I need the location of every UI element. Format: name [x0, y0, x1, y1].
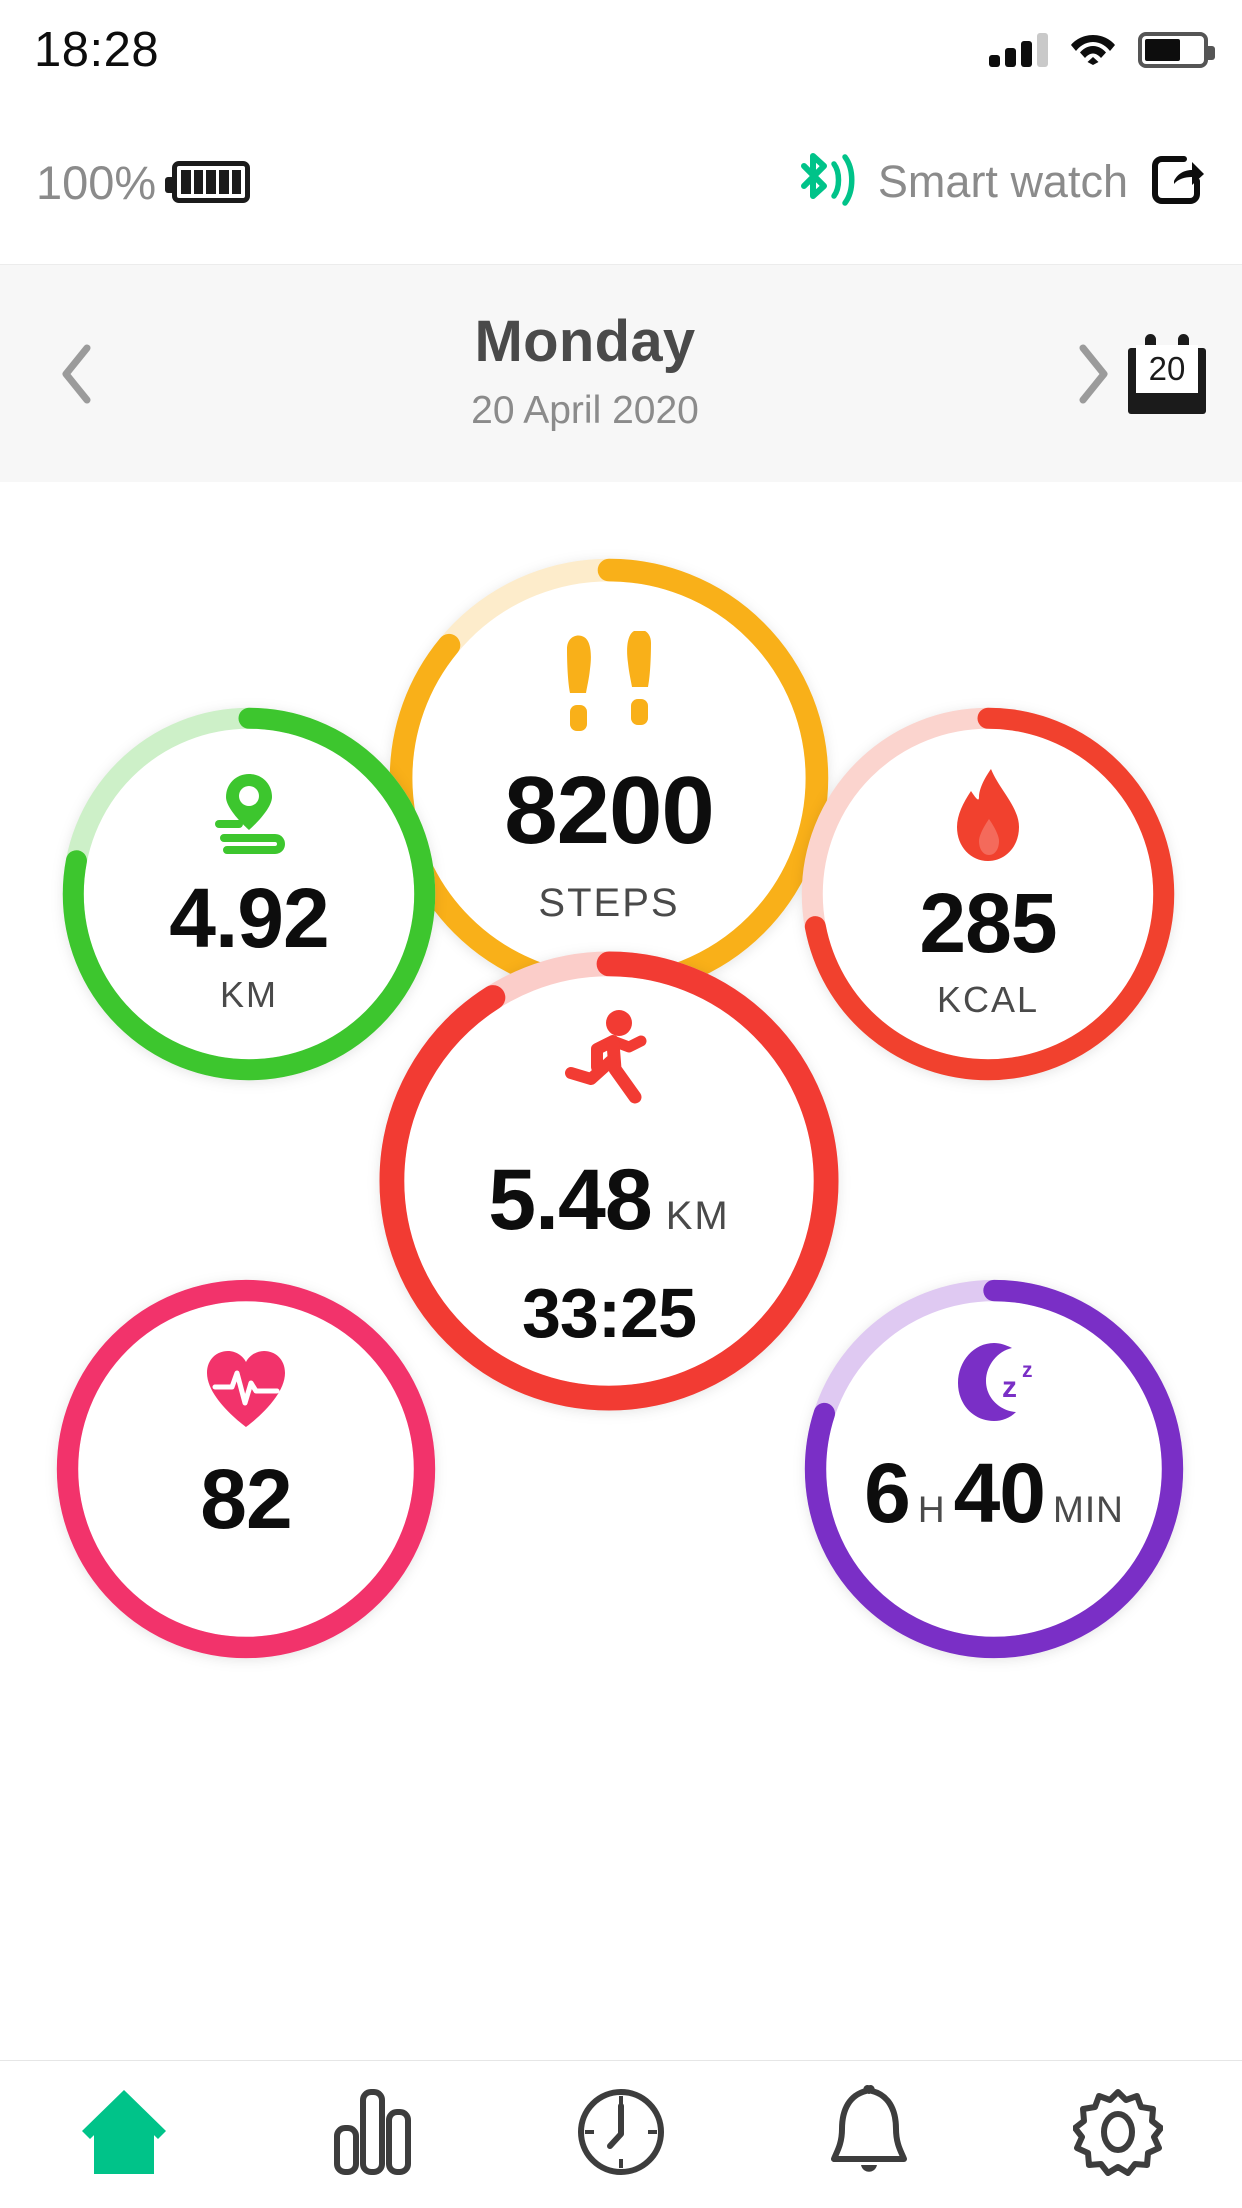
bluetooth-icon: [790, 150, 858, 215]
bottom-tab-bar: [0, 2060, 1242, 2208]
calendar-icon[interactable]: 20: [1128, 333, 1206, 414]
share-icon[interactable]: [1148, 151, 1206, 214]
gear-icon: [1071, 2087, 1164, 2182]
device-status-bar: 100% Smart watch: [0, 100, 1242, 265]
signal-bars-icon: [989, 33, 1048, 67]
sleep-progress-ring: [800, 1275, 1188, 1663]
wifi-icon: [1070, 31, 1116, 70]
running-progress-ring: [373, 945, 845, 1417]
full-date-label: 20 April 2020: [471, 389, 699, 432]
battery-full-icon: [165, 161, 251, 203]
connected-device[interactable]: Smart watch: [790, 150, 1206, 215]
calories-progress-ring: [797, 703, 1179, 1085]
tab-statistics[interactable]: [248, 2061, 496, 2208]
running-ring-card[interactable]: 5.48 KM 33:25: [373, 945, 845, 1417]
day-of-week-label: Monday: [474, 309, 696, 374]
clock-icon: [577, 2088, 665, 2181]
steps-progress-ring: [383, 552, 835, 1004]
heart-rate-ring-card[interactable]: 82: [52, 1275, 440, 1663]
sleep-ring-card[interactable]: z z 6 H 40 MIN: [800, 1275, 1188, 1663]
watch-battery: 100%: [36, 155, 251, 210]
home-icon: [78, 2087, 170, 2182]
next-day-button[interactable]: [1058, 339, 1128, 409]
tab-home[interactable]: [0, 2061, 248, 2208]
tab-history[interactable]: [497, 2061, 745, 2208]
bell-icon: [828, 2085, 910, 2184]
steps-ring-card[interactable]: 8200 STEPS: [383, 552, 835, 1004]
bar-chart-icon: [331, 2088, 415, 2181]
system-status-bar: 18:28: [0, 0, 1242, 100]
previous-day-button[interactable]: [42, 339, 112, 409]
system-clock: 18:28: [34, 22, 160, 77]
calories-ring-card[interactable]: 285 KCAL: [797, 703, 1179, 1085]
tab-alarms[interactable]: [745, 2061, 993, 2208]
device-name-label: Smart watch: [877, 156, 1128, 207]
battery-icon: [1138, 32, 1215, 68]
current-date[interactable]: Monday 20 April 2020: [112, 308, 1058, 433]
watch-battery-percent: 100%: [36, 155, 157, 209]
calendar-day-label: 20: [1136, 344, 1198, 393]
metrics-dashboard: 8200 STEPS 4.92 KM 285 KCAL 5.48 KM 33:2…: [0, 482, 1242, 2060]
status-icons: [989, 31, 1215, 70]
app-screen: 18:28 100% Smart watch Monday 20 April 2…: [0, 0, 1242, 2208]
heart-rate-progress-ring: [52, 1275, 440, 1663]
date-header: Monday 20 April 2020 20: [0, 265, 1242, 482]
tab-settings[interactable]: [994, 2061, 1242, 2208]
